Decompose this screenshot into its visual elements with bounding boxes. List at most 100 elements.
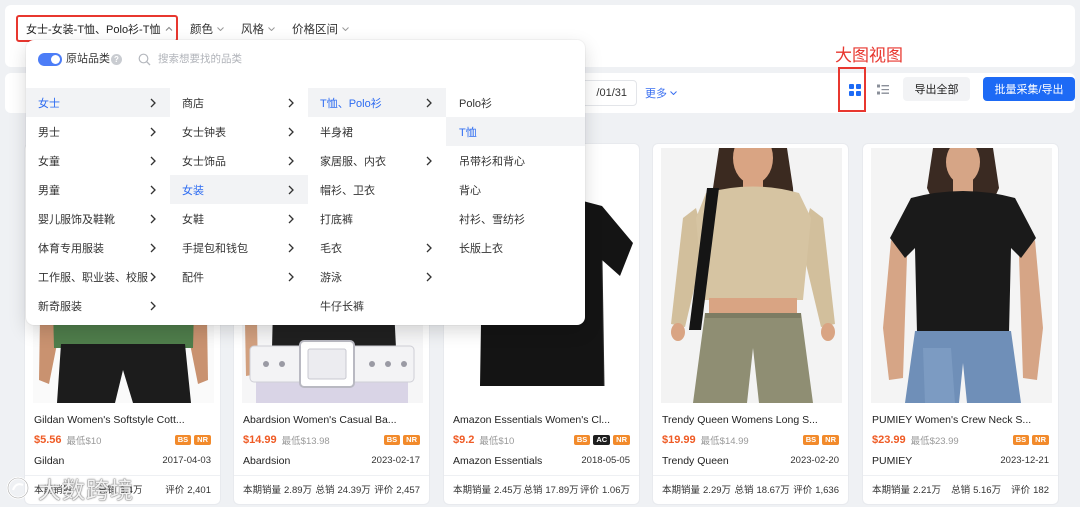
category-item[interactable]: 打底裤 xyxy=(308,204,446,233)
review-count-value: 1,636 xyxy=(815,485,839,496)
category-item[interactable]: 女士 xyxy=(26,88,170,117)
review-count: 评价 2,401 xyxy=(165,484,211,498)
chevron-right-icon-part xyxy=(288,214,294,223)
product-title[interactable]: Amazon Essentials Women's Cl... xyxy=(453,413,632,427)
badge-nr: NR xyxy=(403,435,420,445)
category-item[interactable]: T恤 xyxy=(446,117,585,146)
category-item[interactable]: T恤、Polo衫 xyxy=(308,88,446,117)
badge-bs: BS xyxy=(573,435,591,445)
period-sales-label: 本期销量 xyxy=(662,485,701,496)
category-item-label: 男童 xyxy=(38,184,60,197)
chevron-right-icon xyxy=(288,243,294,252)
category-item[interactable]: 女士钟表 xyxy=(170,117,308,146)
category-item[interactable]: 家居服、内衣 xyxy=(308,146,446,175)
category-item-label: 吊带衫和背心 xyxy=(459,155,525,168)
source-category-toggle[interactable] xyxy=(38,53,62,66)
chevron-right-icon xyxy=(288,272,294,281)
chevron-right-icon-part xyxy=(150,185,156,194)
category-item[interactable]: 牛仔长裤 xyxy=(308,291,446,320)
category-item-label: 女装 xyxy=(182,184,204,197)
period-sales-value: 2.29万 xyxy=(703,485,732,496)
category-search-input[interactable]: 搜索想要找的品类 xyxy=(158,52,242,67)
lowest-price: 最低$10 xyxy=(479,436,515,447)
review-count-label: 评价 xyxy=(374,485,394,496)
chevron-down-icon xyxy=(217,26,224,31)
category-item[interactable]: 配件 xyxy=(170,262,308,291)
chevron-right-icon xyxy=(426,272,432,281)
product-title[interactable]: Abardsion Women's Casual Ba... xyxy=(243,413,422,427)
category-item[interactable]: 女士饰品 xyxy=(170,146,308,175)
listing-date: 2023-02-20 xyxy=(790,455,839,466)
badge-group: BS NR xyxy=(174,435,211,445)
sales-stats: 本期销量 2.89万 总销 24.39万 评价 2,457 xyxy=(243,484,420,498)
source-category-label: 原站品类 xyxy=(66,53,110,65)
help-icon[interactable]: ? xyxy=(111,54,122,65)
product-card[interactable]: PUMIEY Women's Crew Neck S... $23.99 最低$23… xyxy=(862,143,1059,505)
price-range-filter[interactable]: 价格区间 xyxy=(292,21,349,37)
card-divider xyxy=(863,475,1058,476)
category-item[interactable]: Polo衫 xyxy=(446,88,585,117)
category-columns: 女士 男士 女童 男童 婴儿服饰及鞋靴 体育专用服装 工作服、职业装、校服 新奇服装 商店 女士钟… xyxy=(26,88,585,320)
category-item[interactable]: 毛衣 xyxy=(308,233,446,262)
chevron-right-icon xyxy=(426,98,432,107)
product-photo[interactable] xyxy=(661,148,842,403)
chevron-up-icon-part xyxy=(166,26,173,31)
category-item[interactable]: 工作服、职业装、校服 xyxy=(26,262,170,291)
total-sales: 总销 5.16万 xyxy=(951,484,1001,498)
chevron-right-icon-part xyxy=(150,127,156,136)
product-title[interactable]: Trendy Queen Womens Long S... xyxy=(662,413,841,427)
category-item[interactable]: 男士 xyxy=(26,117,170,146)
total-sales: 总销 18.67万 xyxy=(734,484,789,498)
category-item[interactable]: 长版上衣 xyxy=(446,233,585,262)
category-item[interactable]: 女鞋 xyxy=(170,204,308,233)
category-item[interactable]: 手提包和钱包 xyxy=(170,233,308,262)
category-item[interactable]: 女装 xyxy=(170,175,308,204)
export-all-button[interactable]: 导出全部 xyxy=(903,77,970,101)
period-sales-label: 本期销量 xyxy=(453,485,492,496)
product-photo-part xyxy=(401,361,407,367)
more-label: 更多 xyxy=(645,88,667,100)
category-item-label: 女士饰品 xyxy=(182,155,226,168)
badge-nr: NR xyxy=(194,435,211,445)
review-count: 评价 182 xyxy=(1011,484,1049,498)
category-item-label: T恤 xyxy=(459,126,477,139)
lowest-price: 最低$14.99 xyxy=(700,436,749,447)
style-filter[interactable]: 风格 xyxy=(241,21,275,37)
product-photo-part xyxy=(263,361,269,367)
category-item-label: 家居服、内衣 xyxy=(320,155,386,168)
category-column-2: 商店 女士钟表女士饰品女装女鞋手提包和钱包 配件 xyxy=(170,88,308,291)
category-filter-chip[interactable]: 女士-女装-T恤、Polo衫-T恤 xyxy=(16,15,178,42)
period-sales-label: 本期销量 xyxy=(872,485,911,496)
category-item[interactable]: 女童 xyxy=(26,146,170,175)
color-filter[interactable]: 颜色 xyxy=(190,21,224,37)
total-sales-value: 17.89万 xyxy=(545,485,579,496)
category-item[interactable]: 新奇服装 xyxy=(26,291,170,320)
product-card[interactable]: Trendy Queen Womens Long S... $19.99 最低$14… xyxy=(652,143,849,505)
more-filters-button[interactable]: 更多 xyxy=(645,80,677,106)
category-item[interactable]: 男童 xyxy=(26,175,170,204)
category-item[interactable]: 帽衫、卫衣 xyxy=(308,175,446,204)
product-photo[interactable] xyxy=(871,148,1052,403)
product-title[interactable]: Gildan Women's Softstyle Cott... xyxy=(34,413,213,427)
lowest-price: 最低$10 xyxy=(66,436,102,447)
category-item-label: 长版上衣 xyxy=(459,242,503,255)
category-item[interactable]: 背心 xyxy=(446,175,585,204)
list-view-button[interactable] xyxy=(871,78,894,101)
batch-collect-export-button[interactable]: 批量采集/导出 xyxy=(983,77,1075,101)
category-item[interactable]: 吊带衫和背心 xyxy=(446,146,585,175)
category-item-label: 女鞋 xyxy=(182,213,204,226)
product-price: $5.56 xyxy=(34,434,62,446)
product-price: $9.2 xyxy=(453,434,475,446)
category-item[interactable]: 衬衫、雪纺衫 xyxy=(446,204,585,233)
chevron-right-icon xyxy=(288,185,294,194)
category-item[interactable]: 商店 xyxy=(170,88,308,117)
product-title[interactable]: PUMIEY Women's Crew Neck S... xyxy=(872,413,1051,427)
category-item[interactable]: 婴儿服饰及鞋靴 xyxy=(26,204,170,233)
category-item[interactable]: 游泳 xyxy=(308,262,446,291)
badge-nr: NR xyxy=(613,435,630,445)
badge-group: BS AC NR xyxy=(573,435,630,445)
lowest-price: 最低$13.98 xyxy=(281,436,330,447)
category-item[interactable]: 半身裙 xyxy=(308,117,446,146)
period-sales: 本期销量 2.89万 xyxy=(243,484,312,498)
category-item[interactable]: 体育专用服装 xyxy=(26,233,170,262)
